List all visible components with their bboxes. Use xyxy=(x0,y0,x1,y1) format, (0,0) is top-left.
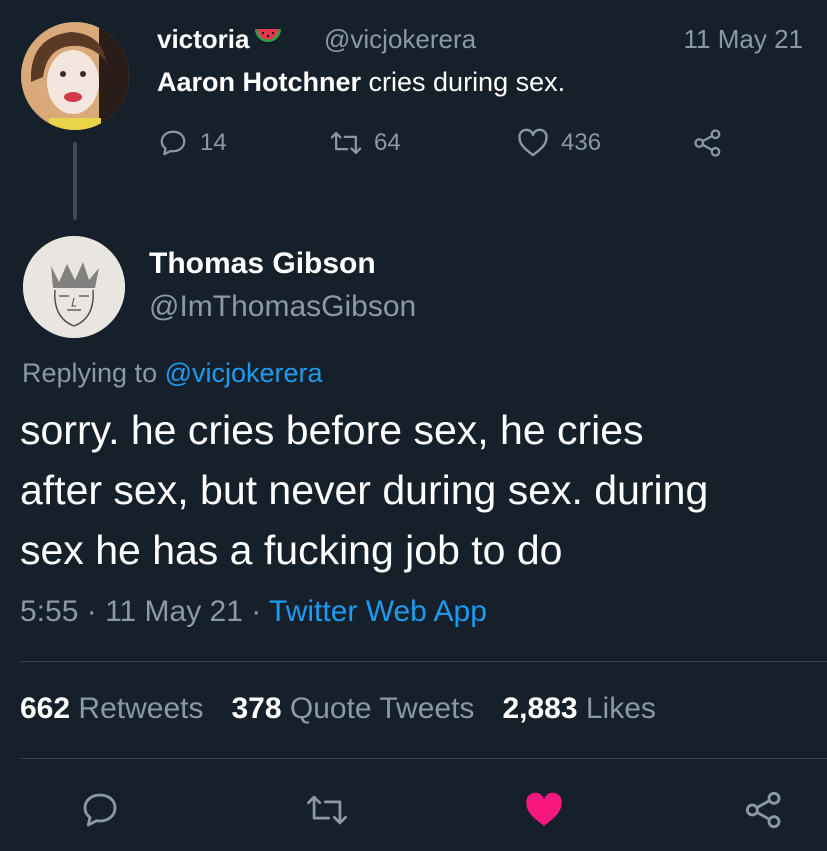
share-icon xyxy=(692,128,724,158)
parent-reply-count: 14 xyxy=(200,129,227,156)
divider xyxy=(20,758,827,759)
parent-tweet-rest: cries during sex. xyxy=(361,67,566,97)
reply-icon xyxy=(158,128,188,158)
parent-tweet-text: Aaron Hotchner cries during sex. xyxy=(157,67,565,98)
watermelon-icon xyxy=(253,24,283,55)
retweets-label: Retweets xyxy=(78,692,204,725)
likes-stat[interactable]: 2,883 Likes xyxy=(502,692,655,726)
reply-source[interactable]: Twitter Web App xyxy=(269,595,487,628)
reply-stats: 662 Retweets 378 Quote Tweets 2,883 Like… xyxy=(20,692,656,726)
retweets-stat[interactable]: 662 Retweets xyxy=(20,692,203,726)
reply-meta: 5:55 · 11 May 21 · Twitter Web App xyxy=(20,595,487,629)
divider xyxy=(20,661,827,662)
reply-icon xyxy=(80,793,120,834)
likes-label: Likes xyxy=(585,692,656,725)
parent-reply-button[interactable]: 14 xyxy=(158,128,227,158)
avatar-thomas-gibson[interactable] xyxy=(23,236,125,338)
share-action-button[interactable] xyxy=(744,790,784,830)
thread-connector xyxy=(73,142,77,220)
reply-tweet-text: sorry. he cries before sex, he cries aft… xyxy=(20,407,709,573)
replying-to: Replying to @vicjokerera xyxy=(22,358,323,389)
reply-date[interactable]: 11 May 21 xyxy=(105,595,243,628)
parent-like-count: 436 xyxy=(561,129,602,156)
reply-time[interactable]: 5:55 xyxy=(20,595,78,628)
reply-display-name[interactable]: Thomas Gibson xyxy=(149,247,376,281)
retweet-icon xyxy=(330,128,362,158)
replying-handle-link[interactable]: @vicjokerera xyxy=(165,358,323,388)
meta-separator: · xyxy=(242,595,270,628)
parent-share-button[interactable] xyxy=(692,128,724,158)
replying-prefix: Replying to xyxy=(22,358,165,388)
quote-tweets-stat[interactable]: 378 Quote Tweets xyxy=(231,692,474,726)
parent-tweet-bold: Aaron Hotchner xyxy=(157,67,362,97)
heart-outline-icon xyxy=(517,128,549,158)
parent-retweet-count: 64 xyxy=(374,129,401,156)
like-action-button[interactable] xyxy=(523,790,563,830)
parent-date[interactable]: 11 May 21 xyxy=(684,24,803,55)
share-icon xyxy=(744,791,784,834)
meta-separator: · xyxy=(78,595,106,628)
retweet-icon xyxy=(306,795,348,834)
parent-retweet-button[interactable]: 64 xyxy=(330,128,401,158)
quotes-label: Quote Tweets xyxy=(289,692,475,725)
heart-filled-icon xyxy=(523,792,565,834)
parent-name-text: victoria xyxy=(157,24,250,54)
parent-display-name[interactable]: victoria xyxy=(157,24,283,55)
reply-action-button[interactable] xyxy=(80,790,120,830)
parent-handle[interactable]: @vicjokerera xyxy=(324,24,476,55)
parent-like-button[interactable]: 436 xyxy=(517,128,601,158)
retweet-action-button[interactable] xyxy=(306,790,347,830)
quotes-count: 378 xyxy=(231,692,282,725)
avatar-victoria[interactable] xyxy=(21,22,129,130)
retweets-count: 662 xyxy=(20,692,71,725)
likes-count: 2,883 xyxy=(502,692,578,725)
reply-handle[interactable]: @ImThomasGibson xyxy=(149,290,416,324)
